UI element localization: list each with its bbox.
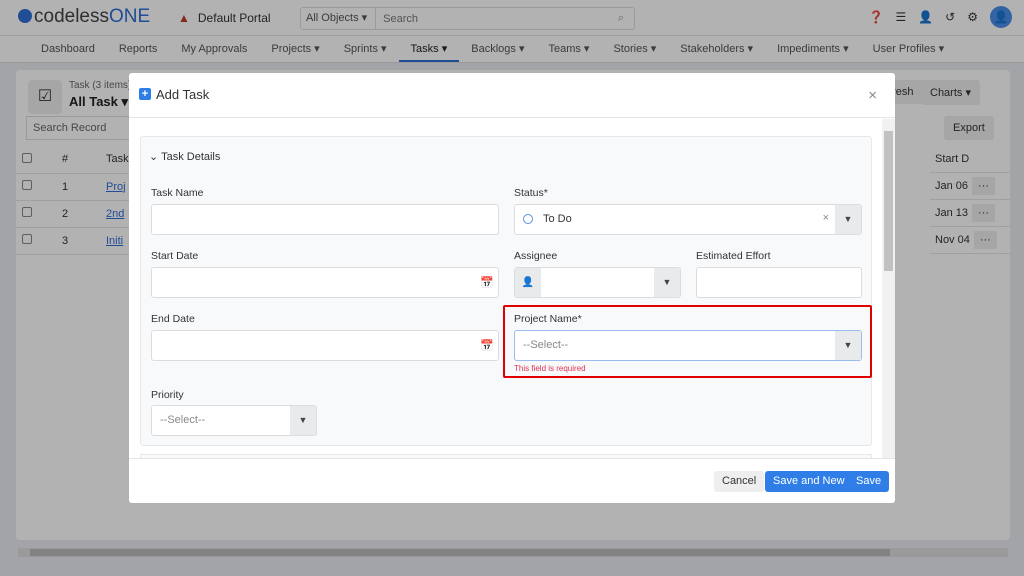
chevron-down-icon[interactable]: ▼ bbox=[654, 268, 680, 297]
status-select[interactable]: To Do × ▼ bbox=[514, 204, 862, 235]
user-icon: 👤 bbox=[515, 268, 541, 297]
start-date-input[interactable]: 📅 bbox=[151, 267, 499, 298]
task-details-section: ⌄ Task Details Task Name Status* To Do ×… bbox=[140, 136, 872, 446]
assignee-select[interactable]: 👤 ▼ bbox=[514, 267, 681, 298]
cancel-button[interactable]: Cancel bbox=[714, 471, 765, 492]
add-icon: + bbox=[139, 88, 151, 100]
modal-title: Add Task bbox=[156, 87, 210, 102]
chevron-down-icon[interactable]: ▼ bbox=[290, 406, 316, 435]
add-task-modal: + Add Task × ⌄ Task Details Task Name St… bbox=[129, 73, 895, 503]
calendar-icon[interactable]: 📅 bbox=[480, 276, 494, 289]
end-date-input[interactable]: 📅 bbox=[151, 330, 499, 361]
clear-icon[interactable]: × bbox=[823, 212, 829, 224]
close-icon[interactable]: × bbox=[868, 87, 877, 104]
modal-body: ⌄ Task Details Task Name Status* To Do ×… bbox=[129, 119, 895, 459]
save-and-new-button[interactable]: Save and New bbox=[765, 471, 853, 492]
task-name-input[interactable] bbox=[151, 204, 499, 235]
calendar-icon[interactable]: 📅 bbox=[480, 339, 494, 352]
vertical-scrollbar[interactable] bbox=[882, 119, 895, 459]
error-highlight bbox=[503, 305, 872, 378]
save-button[interactable]: Save bbox=[848, 471, 890, 492]
section-toggle[interactable]: ⌄ Task Details bbox=[149, 150, 220, 163]
chevron-down-icon[interactable]: ▼ bbox=[835, 205, 861, 234]
estimated-effort-input[interactable] bbox=[696, 267, 862, 298]
priority-select[interactable]: --Select-- ▼ bbox=[151, 405, 317, 436]
modal-footer: Cancel Save and New Save bbox=[129, 458, 895, 503]
status-circle-icon bbox=[523, 214, 533, 224]
